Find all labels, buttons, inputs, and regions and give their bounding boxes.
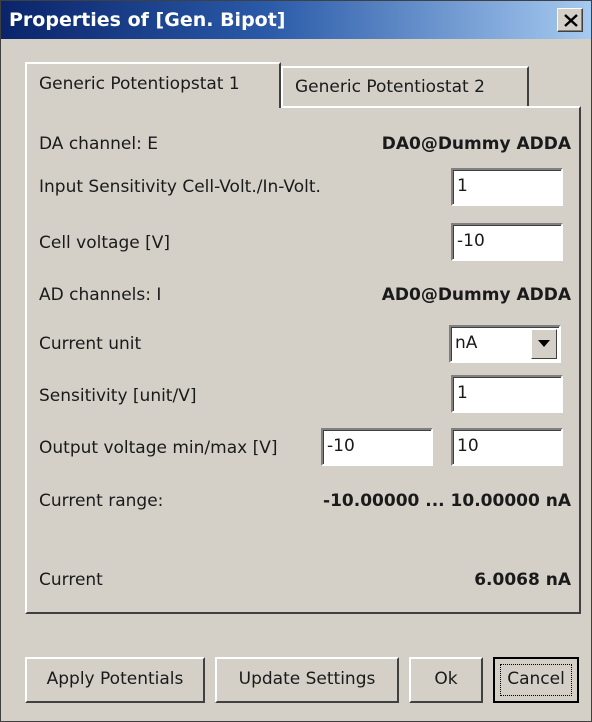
output-voltage-max-field[interactable]: 10 (451, 428, 563, 466)
current-label: Current (39, 570, 103, 590)
tab-label: Generic Potentiopstat 1 (39, 74, 240, 94)
current-value: 6.0068 nA (474, 570, 571, 590)
dropdown-button[interactable] (531, 329, 557, 359)
ad-channels-label: AD channels: I (39, 285, 162, 305)
output-voltage-min-field[interactable]: -10 (321, 428, 433, 466)
sensitivity-field[interactable]: 1 (451, 375, 563, 413)
chevron-down-icon (538, 340, 550, 347)
output-voltage-label: Output voltage min/max [V] (39, 438, 278, 458)
properties-dialog: Properties of [Gen. Bipot] Generic Poten… (0, 0, 592, 722)
apply-potentials-button[interactable]: Apply Potentials (25, 657, 205, 703)
current-unit-select[interactable]: nA (449, 325, 561, 363)
current-range-value: -10.00000 ... 10.00000 nA (323, 491, 571, 511)
close-icon (564, 14, 578, 27)
cancel-button-label: Cancel (507, 669, 565, 689)
cell-voltage-field[interactable]: -10 (451, 223, 563, 261)
close-button[interactable] (557, 8, 583, 32)
da-channel-value: DA0@Dummy ADDA (381, 134, 571, 154)
tab-generic-potentiostat-1[interactable]: Generic Potentiopstat 1 (25, 62, 281, 108)
tab-label: Generic Potentiostat 2 (295, 77, 485, 97)
input-sensitivity-label: Input Sensitivity Cell-Volt./In-Volt. (39, 177, 321, 197)
ok-button[interactable]: Ok (409, 657, 483, 703)
window-title: Properties of [Gen. Bipot] (9, 9, 286, 31)
da-channel-label: DA channel: E (39, 134, 158, 154)
current-range-label: Current range: (39, 491, 164, 511)
current-unit-value: nA (455, 333, 478, 353)
cancel-button[interactable]: Cancel (493, 657, 579, 703)
ad-channels-value: AD0@Dummy ADDA (381, 285, 571, 305)
tab-generic-potentiostat-2[interactable]: Generic Potentiostat 2 (281, 66, 529, 108)
cell-voltage-label: Cell voltage [V] (39, 233, 170, 253)
current-unit-label: Current unit (39, 334, 142, 354)
title-bar[interactable]: Properties of [Gen. Bipot] (1, 1, 591, 39)
sensitivity-label: Sensitivity [unit/V] (39, 386, 197, 406)
input-sensitivity-field[interactable]: 1 (451, 168, 563, 206)
update-settings-button[interactable]: Update Settings (215, 657, 399, 703)
